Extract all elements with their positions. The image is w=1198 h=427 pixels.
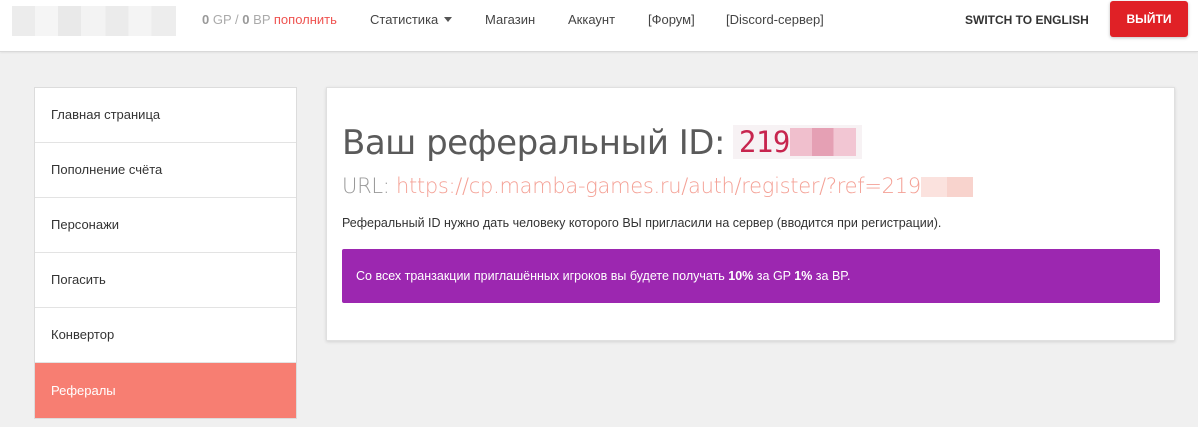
sidebar-item-referrals[interactable]: Рефералы xyxy=(35,363,296,418)
referral-url-text: https://cp.mamba-games.ru/auth/register/… xyxy=(395,174,921,198)
referral-url-line: URL: https://cp.mamba-games.ru/auth/regi… xyxy=(342,174,973,198)
gp-unit: GP xyxy=(212,12,232,27)
bp-unit: BP xyxy=(253,12,271,27)
notice-percent-bp: 1% xyxy=(794,269,813,283)
sidebar-item-converter[interactable]: Конвертор xyxy=(35,308,296,363)
nav-discord[interactable]: [Discord-сервер] xyxy=(726,12,824,27)
sidebar-item-home[interactable]: Главная страница xyxy=(35,88,296,143)
sidebar-menu: Главная страница Пополнение счёта Персон… xyxy=(34,87,297,419)
sidebar-item-repay[interactable]: Погасить xyxy=(35,253,296,308)
referral-id-heading: Ваш реферальный ID: xyxy=(342,123,725,163)
sidebar-item-characters[interactable]: Персонажи xyxy=(35,198,296,253)
gp-balance-value: 0 xyxy=(202,12,210,27)
nav-account[interactable]: Аккаунт xyxy=(568,12,615,27)
top-navbar: 0 GP / 0 BP пополнить Статистика Магазин… xyxy=(0,0,1198,52)
site-logo[interactable] xyxy=(12,6,176,36)
notice-text-after: за BP. xyxy=(812,269,851,283)
nav-statistics-label: Статистика xyxy=(370,12,439,27)
switch-language-link[interactable]: SWITCH TO ENGLISH xyxy=(965,13,1089,27)
balance-separator: / xyxy=(235,12,239,27)
sidebar-item-topup[interactable]: Пополнение счёта xyxy=(35,143,296,198)
url-label: URL: xyxy=(342,174,390,198)
redacted-url-blur xyxy=(920,177,973,197)
nav-forum[interactable]: [Форум] xyxy=(648,12,695,27)
notice-text-before: Со всех транзакции приглашённых игроков … xyxy=(356,269,729,283)
redacted-id-blur xyxy=(789,128,856,156)
logout-button[interactable]: ВЫЙТИ xyxy=(1110,1,1188,37)
caret-down-icon xyxy=(444,17,453,22)
referral-id-value: 219 xyxy=(738,125,790,159)
balance-display: 0 GP / 0 BP пополнить xyxy=(202,12,337,28)
notice-text-middle: за GP xyxy=(753,269,795,283)
referral-panel: Ваш реферальный ID: 219 URL: https://cp.m… xyxy=(326,87,1175,341)
bp-balance-value: 0 xyxy=(242,12,250,27)
nav-shop[interactable]: Магазин xyxy=(485,12,535,27)
notice-percent-gp: 10% xyxy=(728,269,754,283)
topup-link[interactable]: пополнить xyxy=(274,12,337,27)
page-title: Ваш реферальный ID: 219 xyxy=(342,123,862,163)
referral-description: Реферальный ID нужно дать человеку котор… xyxy=(342,216,942,230)
nav-statistics[interactable]: Статистика xyxy=(370,12,453,27)
referral-url-link[interactable]: https://cp.mamba-games.ru/auth/register/… xyxy=(396,174,973,198)
referral-id-code: 219 xyxy=(732,125,862,159)
referral-bonus-notice: Со всех транзакции приглашённых игроков … xyxy=(342,249,1160,303)
